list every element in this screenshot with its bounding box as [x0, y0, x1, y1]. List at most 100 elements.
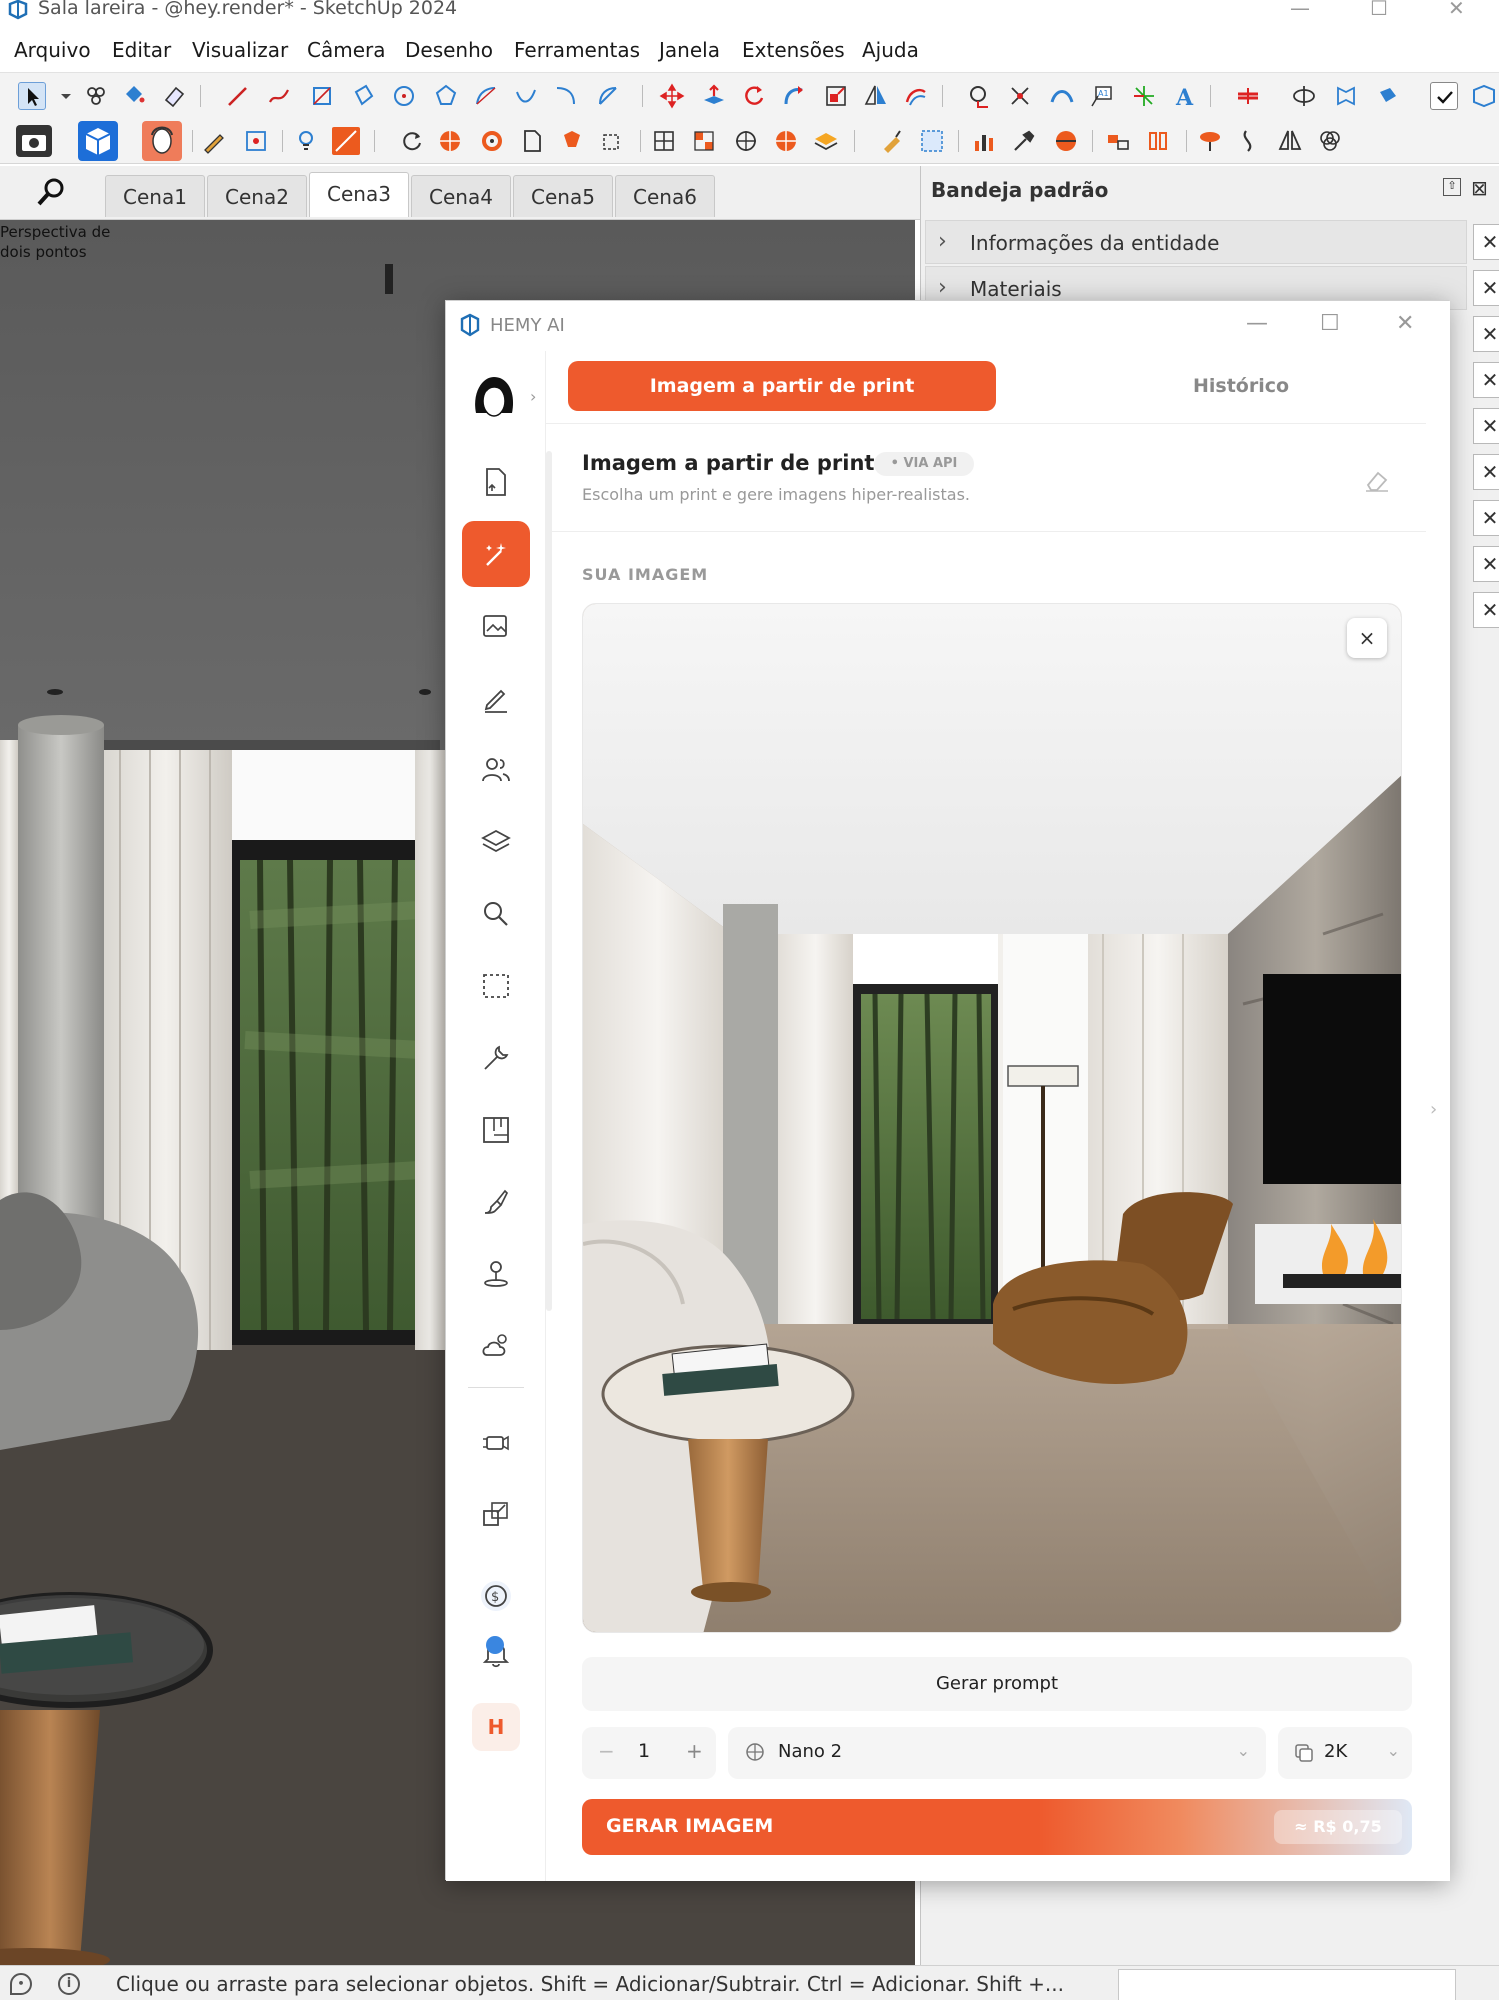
camera-rig-icon[interactable] [462, 1409, 530, 1475]
wrench-icon[interactable] [462, 1025, 530, 1091]
pie-tool-icon[interactable] [594, 82, 622, 110]
quantity-value[interactable]: 1 [638, 1740, 650, 1762]
layers-plugin-icon[interactable] [812, 127, 840, 155]
remove-image-button[interactable]: × [1347, 618, 1387, 658]
measurements-box[interactable] [1118, 1969, 1456, 2000]
close-panel-icon[interactable]: ✕ [1473, 454, 1499, 490]
ball-plugin-icon[interactable] [772, 127, 800, 155]
pin-tray-icon[interactable]: ⇧ [1443, 178, 1461, 196]
follow-me-icon[interactable] [780, 82, 808, 110]
page-plugin-icon[interactable] [518, 127, 546, 155]
floorplan-icon[interactable] [462, 1097, 530, 1163]
paint-bucket-icon[interactable] [120, 82, 148, 110]
close-icon[interactable]: ✕ [1448, 0, 1465, 20]
sphere-plugin-icon[interactable] [436, 127, 464, 155]
people-icon[interactable] [462, 737, 530, 803]
frame-plugin-icon[interactable] [598, 127, 626, 155]
search-icon[interactable] [34, 174, 70, 210]
rotated-rect-icon[interactable] [350, 82, 378, 110]
push-pull-icon[interactable] [700, 82, 728, 110]
curve-plugin-icon[interactable] [1236, 127, 1264, 155]
component-tool-icon[interactable] [82, 82, 110, 110]
menu-desenho[interactable]: Desenho [405, 38, 493, 62]
menu-ajuda[interactable]: Ajuda [862, 38, 919, 62]
magic-wand-icon[interactable] [462, 521, 530, 587]
chart-plugin-icon[interactable] [970, 127, 998, 155]
pencil-plugin-icon[interactable] [200, 127, 228, 155]
move-tool-icon[interactable] [658, 82, 686, 110]
menu-visualizar[interactable]: Visualizar [192, 38, 288, 62]
close-panel-icon[interactable]: ✕ [1473, 500, 1499, 536]
cube-plugin-icon[interactable] [78, 121, 118, 161]
person-pin-icon[interactable] [462, 1241, 530, 1307]
arc2-tool-icon[interactable] [512, 82, 540, 110]
select-rect-icon[interactable] [462, 953, 530, 1019]
crosshair-plugin-icon[interactable] [732, 127, 760, 155]
menu-camera[interactable]: Câmera [307, 38, 386, 62]
rectangle-tool-icon[interactable] [308, 82, 336, 110]
resolution-select[interactable]: 2K ⌄ [1278, 1727, 1412, 1779]
tab-history[interactable]: Histórico [1106, 361, 1376, 411]
venn-plugin-icon[interactable] [1316, 127, 1344, 155]
menu-extensoes[interactable]: Extensões [742, 38, 845, 62]
increment-button[interactable]: + [686, 1739, 703, 1763]
tab-cena4[interactable]: Cena4 [411, 175, 511, 217]
paint-plugin-icon[interactable] [878, 127, 906, 155]
menu-janela[interactable]: Janela [659, 38, 720, 62]
select-box-plugin-icon[interactable] [918, 127, 946, 155]
extension-icon[interactable] [1470, 82, 1498, 110]
eyedropper-icon[interactable] [1010, 127, 1038, 155]
orbit-icon[interactable] [1290, 82, 1318, 110]
model-select[interactable]: Nano 2 ⌄ [728, 1727, 1266, 1779]
close-panel-icon[interactable]: ✕ [1473, 224, 1499, 260]
grid-plugin-icon[interactable] [650, 127, 678, 155]
flip-tool-icon[interactable] [862, 82, 890, 110]
close-panel-icon[interactable]: ✕ [1473, 270, 1499, 306]
geo-location-icon[interactable] [1374, 82, 1402, 110]
minimize-icon[interactable]: — [1290, 0, 1310, 20]
layers-icon[interactable] [462, 809, 530, 875]
lamp-plugin-icon[interactable] [1196, 127, 1224, 155]
text-tool-icon[interactable]: A1 [1088, 82, 1116, 110]
scrollbar[interactable] [546, 451, 552, 1311]
section-plane-icon[interactable] [1234, 82, 1262, 110]
3d-text-icon[interactable]: A [1170, 82, 1198, 111]
tab-cena6[interactable]: Cena6 [615, 175, 715, 217]
look-around-icon[interactable] [1332, 82, 1360, 110]
minimize-icon[interactable]: — [1246, 311, 1268, 336]
axes-tool-icon[interactable] [1130, 82, 1158, 110]
info-icon[interactable]: i [58, 1973, 80, 1995]
generate-image-button[interactable]: GERAR IMAGEM ≈ R$ 0,75 [582, 1799, 1412, 1855]
hemy-avatar-icon[interactable] [142, 121, 182, 161]
line-tool-icon[interactable] [224, 82, 252, 110]
mirror-plugin-icon[interactable] [1276, 127, 1304, 155]
maximize-icon[interactable]: ☐ [1320, 311, 1340, 336]
puzzle-plugin-icon[interactable] [558, 127, 586, 155]
quad-plugin-icon[interactable] [690, 127, 718, 155]
polygon-tool-icon[interactable] [432, 82, 460, 110]
tab-cena5[interactable]: Cena5 [513, 175, 613, 217]
camera-icon[interactable] [16, 125, 52, 157]
eraser-tool-icon[interactable] [160, 82, 188, 110]
tab-image-from-print[interactable]: Imagem a partir de print [568, 361, 996, 411]
sphere2-plugin-icon[interactable] [1052, 127, 1080, 155]
bars-plugin-icon[interactable] [1144, 127, 1172, 155]
tab-cena1[interactable]: Cena1 [105, 175, 205, 217]
location-pin-icon[interactable]: • [10, 1973, 32, 1995]
menu-editar[interactable]: Editar [112, 38, 171, 62]
cloud-sun-icon[interactable] [462, 1313, 530, 1379]
gear-plugin-icon[interactable] [478, 127, 506, 155]
offset-tool-icon[interactable] [902, 82, 930, 110]
close-icon[interactable]: ✕ [1396, 311, 1414, 336]
select-tool-icon[interactable] [18, 82, 46, 110]
expand-icon[interactable] [462, 1481, 530, 1547]
arc3-tool-icon[interactable] [552, 82, 580, 110]
maximize-icon[interactable]: ☐ [1370, 0, 1388, 20]
rotate-tool-icon[interactable] [740, 82, 768, 110]
user-initial-avatar[interactable]: H [472, 1703, 520, 1751]
upload-document-icon[interactable] [462, 449, 530, 515]
close-panel-icon[interactable]: ✕ [1473, 362, 1499, 398]
close-panel-icon[interactable]: ✕ [1473, 546, 1499, 582]
reload-icon[interactable] [398, 127, 426, 155]
tab-cena2[interactable]: Cena2 [207, 175, 307, 217]
